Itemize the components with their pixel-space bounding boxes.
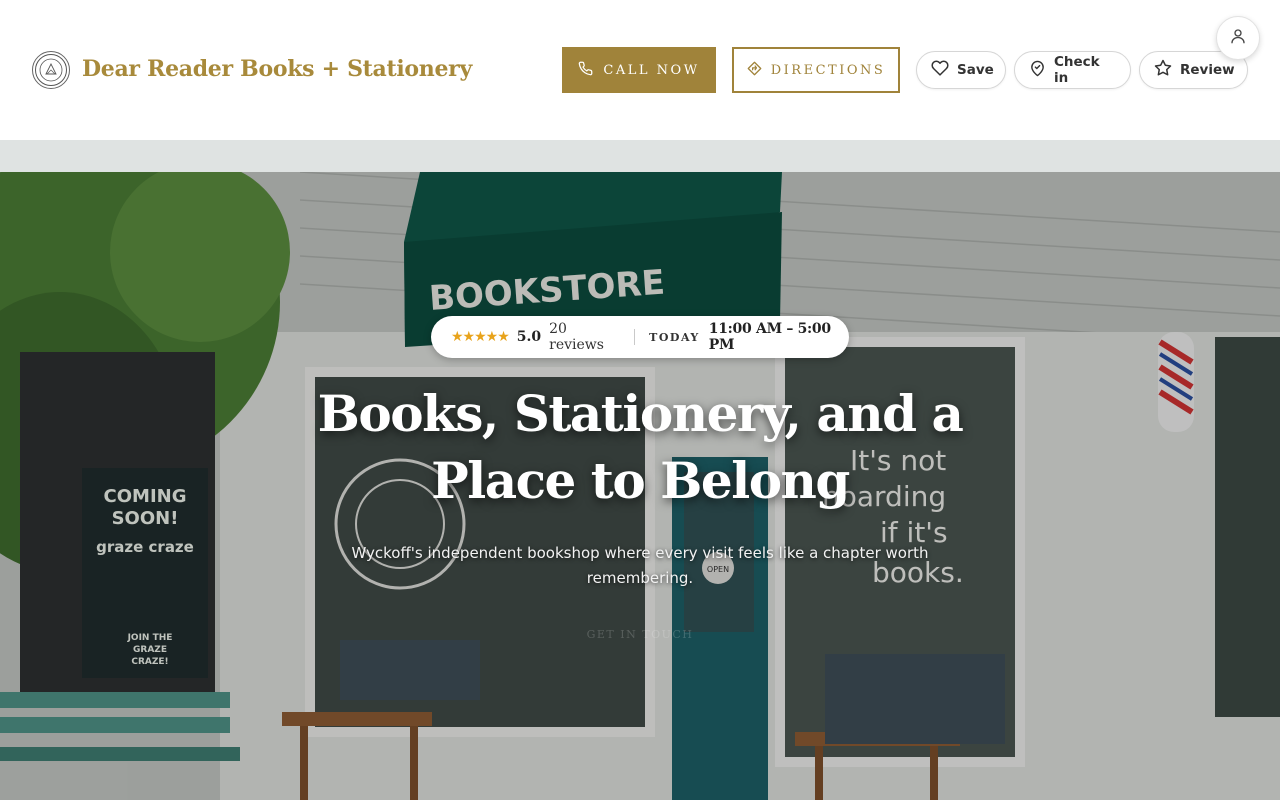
phone-icon (578, 61, 593, 80)
call-now-button[interactable]: CALL NOW (562, 47, 716, 93)
star-outline-icon (1154, 59, 1172, 81)
user-icon (1229, 27, 1247, 49)
brand-name[interactable]: Dear Reader Books + Stationery (82, 56, 472, 82)
star-rating-icon: ★★★★★ (451, 329, 510, 345)
directions-button[interactable]: DIRECTIONS (732, 47, 900, 93)
review-label: Review (1180, 62, 1235, 78)
get-in-touch-button[interactable]: GET IN TOUCH (540, 628, 740, 641)
directions-label: DIRECTIONS (770, 62, 886, 78)
map-pin-check-icon (1029, 60, 1046, 81)
check-in-button[interactable]: Check in (1014, 51, 1131, 89)
hero-subtitle: Wyckoff's independent bookshop where eve… (351, 544, 929, 587)
hero-section: BOOKSTORE It's not hoarding if it's book… (0, 172, 1280, 800)
site-header: Dear Reader Books + Stationery CALL NOW … (0, 0, 1280, 140)
rating-hours-pill: ★★★★★ 5.0 20 reviews TODAY 11:00 AM – 5:… (431, 316, 849, 358)
pill-divider (634, 329, 636, 345)
review-count[interactable]: 20 reviews (549, 321, 620, 353)
heart-icon (931, 59, 949, 81)
opening-hours: 11:00 AM – 5:00 PM (708, 321, 831, 353)
save-button[interactable]: Save (916, 51, 1006, 89)
save-label: Save (957, 62, 994, 78)
header-divider-band (0, 140, 1280, 172)
logo-seal-icon[interactable] (32, 51, 70, 89)
today-label: TODAY (649, 330, 700, 344)
hero-title: Books, Stationery, and a Place to Belong (317, 384, 964, 510)
directions-diamond-icon (747, 61, 762, 80)
call-now-label: CALL NOW (603, 62, 700, 78)
rating-value: 5.0 (516, 329, 542, 345)
account-button[interactable] (1216, 16, 1260, 60)
check-in-label: Check in (1054, 54, 1100, 86)
